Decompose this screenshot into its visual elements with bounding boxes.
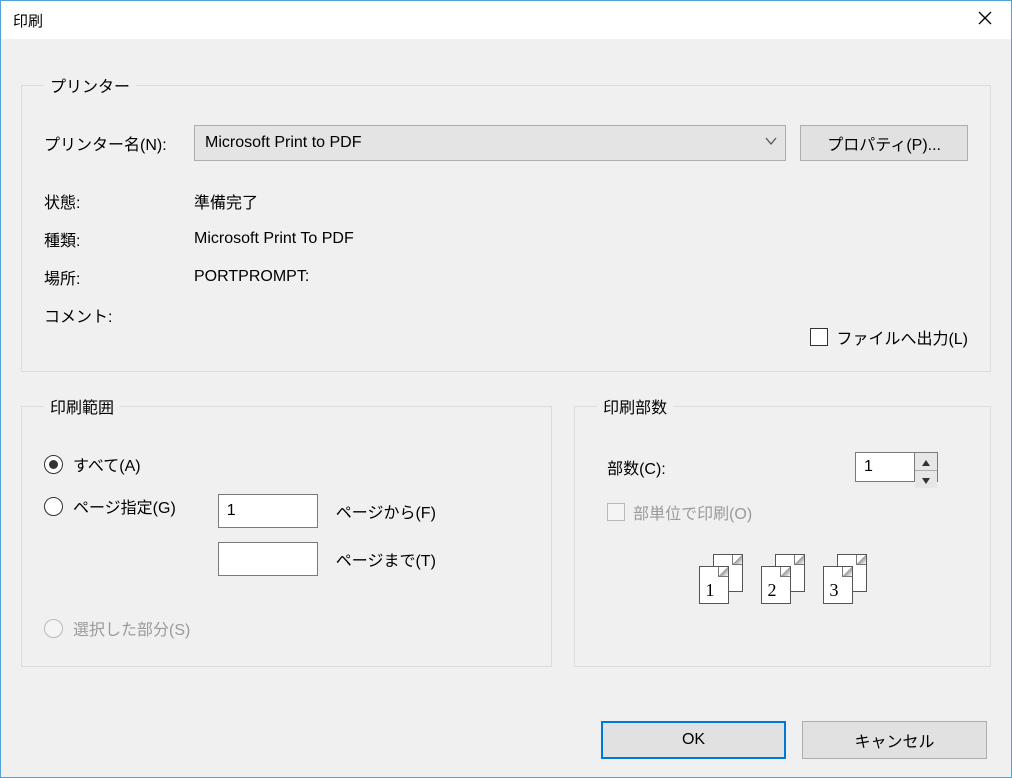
where-value: PORTPROMPT:: [194, 268, 968, 286]
comment-label: コメント:: [44, 303, 194, 327]
where-label: 場所:: [44, 265, 194, 289]
ok-button[interactable]: OK: [601, 721, 786, 759]
close-icon: [978, 11, 992, 29]
file-output-label: ファイルへ出力(L): [836, 325, 968, 349]
page-to-label: ページまで(T): [336, 547, 436, 571]
checkbox-box-icon: [607, 503, 625, 521]
dialog-body: プリンター プリンター名(N): Microsoft Print to PDF …: [1, 39, 1011, 777]
print-range-group: 印刷範囲 すべて(A) ページ指定(G) 1 ページから(F): [21, 394, 552, 667]
spinner-up-button[interactable]: [915, 453, 937, 471]
print-range-group-label: 印刷範囲: [44, 394, 120, 418]
collate-pageset: 1 1: [699, 554, 743, 608]
range-pages-label: ページ指定(G): [73, 494, 176, 518]
range-all-radio[interactable]: すべて(A): [44, 452, 529, 476]
printer-name-label: プリンター名(N):: [44, 131, 194, 155]
collate-pageset: 2 2: [761, 554, 805, 608]
printer-name-value: Microsoft Print to PDF: [205, 134, 361, 152]
copies-count-value: 1: [864, 458, 873, 476]
page-number: 1: [706, 580, 715, 601]
range-selection-radio: 選択した部分(S): [44, 616, 529, 640]
collate-illustration: 1 1 2 2 3 3: [597, 554, 968, 608]
properties-button[interactable]: プロパティ(P)...: [800, 125, 968, 161]
page-number: 3: [830, 580, 839, 601]
page-number: 2: [768, 580, 777, 601]
radio-icon: [44, 619, 63, 638]
page-from-value: 1: [227, 502, 236, 520]
page-from-input[interactable]: 1: [218, 494, 318, 528]
status-value: 準備完了: [194, 189, 968, 213]
copies-spinner[interactable]: 1: [855, 452, 938, 482]
printer-name-dropdown[interactable]: Microsoft Print to PDF: [194, 125, 786, 161]
cancel-button[interactable]: キャンセル: [802, 721, 987, 759]
collate-pageset: 3 3: [823, 554, 867, 608]
triangle-down-icon: [922, 471, 930, 488]
page-from-label: ページから(F): [336, 499, 436, 523]
radio-icon: [44, 455, 63, 474]
range-selection-label: 選択した部分(S): [73, 616, 190, 640]
titlebar: 印刷: [1, 1, 1011, 39]
close-button[interactable]: [959, 1, 1011, 39]
range-pages-radio[interactable]: ページ指定(G): [44, 494, 176, 518]
status-label: 状態:: [44, 189, 194, 213]
collate-checkbox: 部単位で印刷(O): [607, 500, 968, 524]
checkbox-box-icon: [810, 328, 828, 346]
spinner-down-button[interactable]: [915, 471, 937, 488]
triangle-up-icon: [922, 453, 930, 470]
radio-icon: [44, 497, 63, 516]
collate-label: 部単位で印刷(O): [633, 500, 752, 524]
printer-group-label: プリンター: [44, 73, 136, 97]
window-title: 印刷: [13, 10, 43, 31]
type-label: 種類:: [44, 227, 194, 251]
copies-group-label: 印刷部数: [597, 394, 673, 418]
chevron-down-icon: [765, 134, 777, 152]
copies-count-label: 部数(C):: [607, 455, 666, 479]
footer: OK キャンセル: [601, 721, 987, 759]
printer-group: プリンター プリンター名(N): Microsoft Print to PDF …: [21, 73, 991, 372]
type-value: Microsoft Print To PDF: [194, 230, 968, 248]
copies-group: 印刷部数 部数(C): 1 部単位で印刷: [574, 394, 991, 667]
file-output-checkbox[interactable]: ファイルへ出力(L): [810, 325, 968, 349]
range-all-label: すべて(A): [73, 452, 141, 476]
page-to-input[interactable]: [218, 542, 318, 576]
